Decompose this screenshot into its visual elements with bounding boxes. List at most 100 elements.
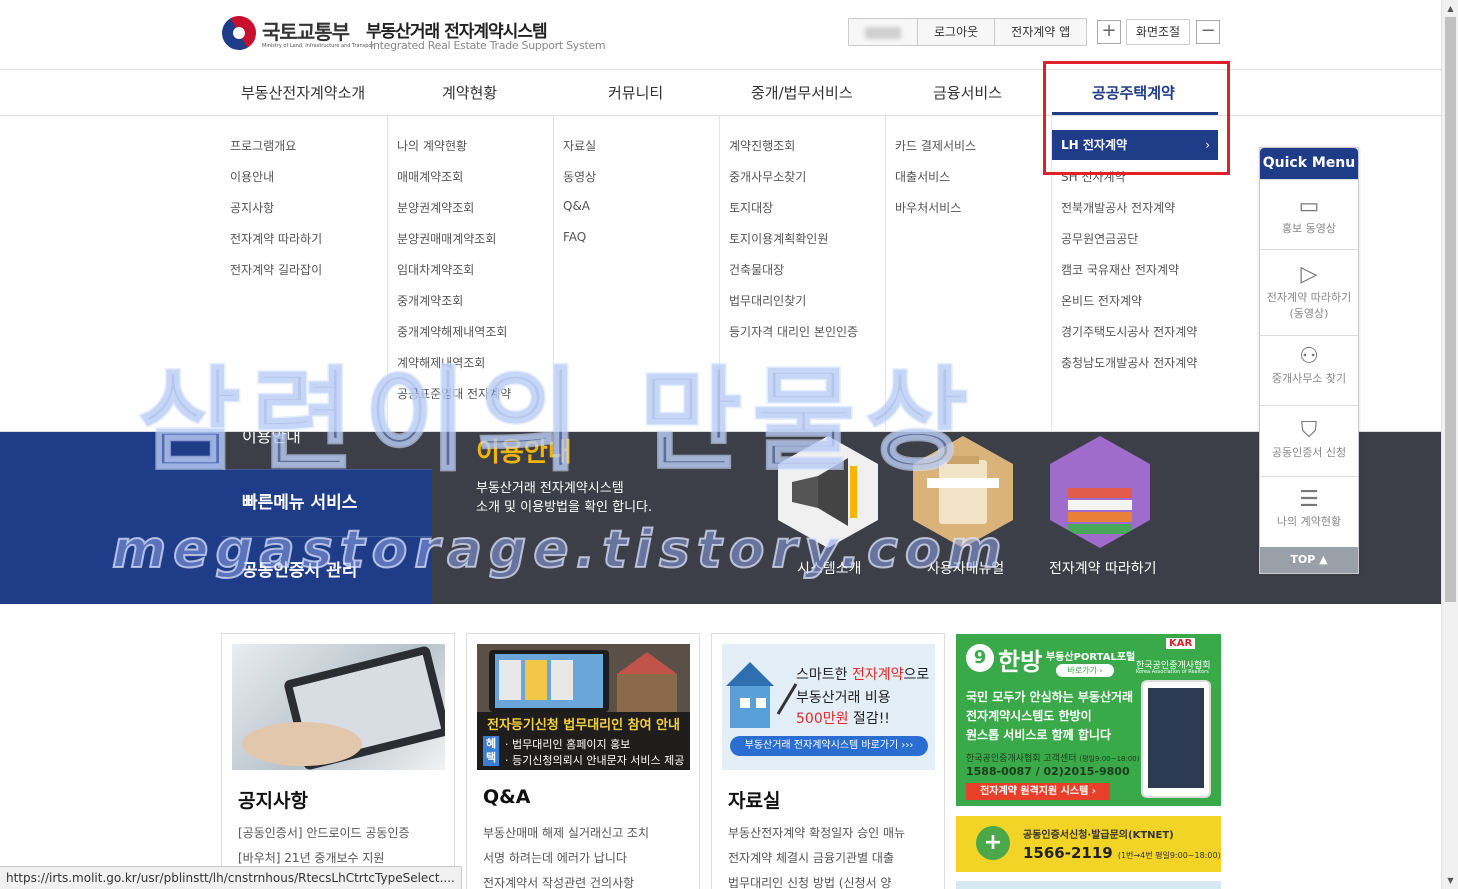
nav-item-intro[interactable]: 부동산전자계약소개 [241, 82, 365, 103]
nav-item-community[interactable]: 커뮤니티 [608, 82, 663, 103]
menu-item[interactable]: 바우처서비스 [895, 199, 961, 216]
zoom-in-button[interactable]: + [1097, 20, 1121, 44]
menu-item[interactable]: 중개계약조회 [397, 292, 463, 309]
vertical-scrollbar[interactable]: ▲ ▼ [1441, 0, 1458, 889]
card-link[interactable]: 서명 하려는데 에러가 납니다 [483, 849, 627, 866]
card-link[interactable]: [공동인증서] 안드로이드 공동인증 [238, 824, 410, 841]
hanbang-hours: (평일9:00~18:00) [1079, 755, 1140, 763]
menu-item[interactable]: 토지이용계획확인원 [729, 230, 828, 247]
card-title[interactable]: 공지사항 [238, 786, 308, 813]
icon-label-manual[interactable]: 사용자매뉴얼 [927, 558, 1004, 578]
zoom-out-button[interactable]: − [1196, 20, 1220, 44]
promo-highlight: 500만원 [796, 711, 849, 727]
menu-item[interactable]: 중개계약해제내역조회 [397, 323, 507, 340]
hanbang-logo: 한방 [998, 648, 1043, 676]
logout-button[interactable]: 로그아웃 [917, 19, 994, 45]
card-link[interactable]: 부동산매매 해제 실거래신고 조치 [483, 824, 649, 841]
banner-tab-quick[interactable]: 빠른메뉴 서비스 [222, 469, 432, 536]
menu-item[interactable]: 전자계약 길라잡이 [230, 261, 322, 278]
card-link[interactable]: [바우처] 21년 중개보수 지원 [238, 849, 384, 866]
ministry-logo[interactable]: 국토교통부 [262, 16, 350, 45]
banner-tab-cert[interactable]: 공동인증서 관리 [222, 536, 432, 603]
quick-item-find-broker[interactable]: ⚇ 중개사무소 찾기 [1260, 335, 1358, 405]
icon-label-contract-guide[interactable]: 전자계약 따라하기 [1049, 558, 1157, 578]
hanbang-center-label: 한국공인중개사협회 고객센터 [966, 754, 1077, 764]
card-qna: 전자등기신청 법무대리인 참여 안내 혜택 · 법무대리인 홈페이지 홍보 · … [466, 633, 700, 889]
card-title[interactable]: 자료실 [728, 786, 780, 813]
card-qna-image[interactable]: 전자등기신청 법무대리인 참여 안내 혜택 · 법무대리인 홈페이지 홍보 · … [477, 644, 690, 770]
third-ad[interactable] [956, 881, 1221, 889]
promo-link-button[interactable]: 부동산거래 전자계약시스템 바로가기 ››› [730, 736, 928, 756]
app-button[interactable]: 전자계약 앱 [994, 19, 1086, 45]
card-link[interactable]: 전자계약 체결시 금융기관별 대출 [728, 849, 894, 866]
ministry-emblem-icon[interactable] [215, 9, 263, 57]
scroll-thumb[interactable] [1445, 17, 1456, 602]
menu-item[interactable]: 동영상 [563, 168, 596, 185]
menu-item[interactable]: 온비드 전자계약 [1061, 292, 1142, 309]
card-archive: 스마트한 전자계약으로 부동산거래 비용 500만원 절감!! 부동산거래 전자… [711, 633, 945, 889]
banner-tab-guide[interactable]: 이용안내 [222, 432, 432, 469]
play-icon: ▷ [1300, 262, 1318, 287]
menu-item[interactable]: 법무대리인찾기 [729, 292, 806, 309]
menu-item[interactable]: 전북개발공사 전자계약 [1061, 199, 1175, 216]
menu-item[interactable]: 중개사무소찾기 [729, 168, 806, 185]
card-link[interactable]: 부동산전자계약 확정일자 승인 매뉴 [728, 824, 905, 841]
icon-label-system[interactable]: 시스템소개 [797, 558, 861, 578]
menu-item[interactable]: 카드 결제서비스 [895, 137, 976, 154]
top-button[interactable]: TOP ▲ [1260, 547, 1358, 573]
quick-menu: Quick Menu ▭ 홍보 동영상 ▷ 전자계약 따라하기 (동영상) ⚇ 중개사… [1259, 147, 1359, 574]
hanbang-line: 원스톱 서비스로 함께 합니다 [966, 728, 1112, 742]
red-highlight-annotation [1043, 61, 1230, 175]
menu-item[interactable]: 자료실 [563, 137, 596, 154]
scroll-down-arrow-icon[interactable]: ▼ [1442, 872, 1458, 889]
card-link[interactable]: 전자계약서 작성관련 건의사항 [483, 874, 634, 889]
remote-support-button[interactable]: 전자계약 원격지원 시스템 › [966, 783, 1110, 800]
promo-text: 스마트한 [796, 667, 848, 683]
ktnet-phone: 1566-2119 [1023, 844, 1113, 862]
menu-item[interactable]: 캠코 국유재산 전자계약 [1061, 261, 1179, 278]
menu-item[interactable]: 계약진행조회 [729, 137, 795, 154]
card-archive-image[interactable]: 스마트한 전자계약으로 부동산거래 비용 500만원 절감!! 부동산거래 전자… [722, 644, 935, 770]
card-link[interactable]: 법무대리인 신청 방법 (신청서 양 [728, 874, 891, 889]
menu-item[interactable]: 나의 계약현황 [397, 137, 467, 154]
menu-item[interactable]: 공공표준임대 전자계약 [397, 385, 511, 402]
menu-item[interactable]: 경기주택도시공사 전자계약 [1061, 323, 1197, 340]
nav-item-status[interactable]: 계약현황 [442, 82, 497, 103]
quick-item-cert-apply[interactable]: ⛉ 공동인증서 신청 [1260, 405, 1358, 476]
quick-item-contract-video[interactable]: ▷ 전자계약 따라하기 (동영상) [1260, 249, 1358, 335]
menu-item[interactable]: 이용안내 [230, 168, 274, 185]
system-english: Integrated Real Estate Trade Support Sys… [370, 39, 606, 52]
menu-item[interactable]: 공무원연금공단 [1061, 230, 1138, 247]
hanbang-go-button[interactable]: 바로가기 › [1056, 664, 1114, 677]
menu-item[interactable]: 분양권매매계약조회 [397, 230, 496, 247]
menu-item[interactable]: FAQ [563, 230, 586, 244]
menu-item[interactable]: Q&A [563, 199, 590, 213]
menu-item[interactable]: 대출서비스 [895, 168, 950, 185]
menu-item[interactable]: 계약해제내역조회 [397, 354, 485, 371]
menu-item[interactable]: 분양권계약조회 [397, 199, 474, 216]
hanbang-ad[interactable]: 9 한방 부동산PORTAL포털 바로가기 › KAR 한국공인중개사협회 Ko… [956, 634, 1221, 806]
hanbang-line: 전자계약시스템도 한방이 [966, 709, 1092, 723]
menu-item[interactable]: 공지사항 [230, 199, 274, 216]
quick-item-label: 중개사무소 찾기 [1271, 372, 1347, 385]
ktnet-ad[interactable]: + 공동인증서신청·발급문의(KTNET) 1566-2119 (1번→4번 평… [956, 816, 1221, 872]
hanbang-portal: 부동산PORTAL포털 [1046, 652, 1136, 663]
card-title[interactable]: Q&A [483, 786, 530, 808]
menu-item[interactable]: 등기자격 대리인 본인인증 [729, 323, 858, 340]
menu-item[interactable]: 임대차계약조회 [397, 261, 474, 278]
menu-item[interactable]: 건축물대장 [729, 261, 784, 278]
menu-item[interactable]: 프로그램개요 [230, 137, 296, 154]
nav-item-broker[interactable]: 중개/법무서비스 [751, 82, 853, 103]
menu-item[interactable]: 토지대장 [729, 199, 773, 216]
card-notice-image[interactable] [232, 644, 445, 770]
tablet-graphic [1141, 680, 1211, 798]
menu-item[interactable]: 전자계약 따라하기 [230, 230, 322, 247]
menu-item[interactable]: 매매계약조회 [397, 168, 463, 185]
ministry-english: Ministry of Land, Infrastructure and Tra… [262, 43, 376, 49]
nav-item-finance[interactable]: 금융서비스 [933, 82, 1002, 103]
quick-item-my-contracts[interactable]: ☰ 나의 계약현황 [1260, 476, 1358, 546]
menu-item[interactable]: 충청남도개발공사 전자계약 [1061, 354, 1197, 371]
certificate-plus-icon: + [976, 826, 1010, 860]
scroll-up-arrow-icon[interactable]: ▲ [1442, 0, 1458, 17]
quick-item-promo-video[interactable]: ▭ 홍보 동영상 [1260, 179, 1358, 249]
